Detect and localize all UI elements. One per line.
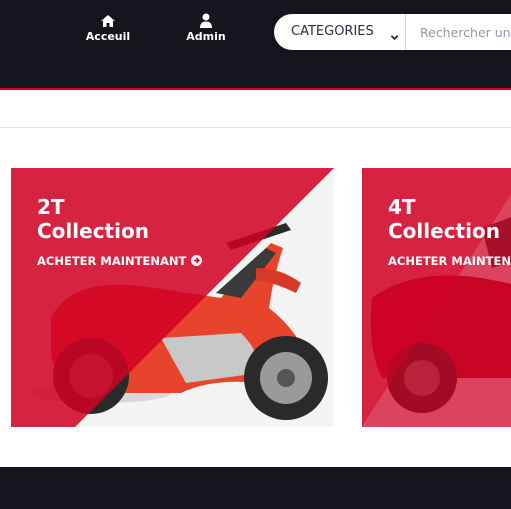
shop-now-link[interactable]: ACHETER MAINTENANT xyxy=(388,254,511,268)
collection-title-line1: 4T xyxy=(388,195,416,219)
collection-title: 4T Collection xyxy=(388,195,500,243)
shop-now-label: ACHETER MAINTENANT xyxy=(388,254,511,268)
collection-card-4t[interactable]: 4T Collection ACHETER MAINTENANT xyxy=(362,168,511,427)
collection-title-line2: Collection xyxy=(37,219,149,243)
collection-title-line2: Collection xyxy=(388,219,500,243)
nav-admin-label: Admin xyxy=(186,30,226,43)
category-select[interactable]: CATEGORIES xyxy=(274,14,406,50)
collection-card-2t[interactable]: 2T Collection ACHETER MAINTENANT xyxy=(11,168,334,427)
shop-now-label: ACHETER MAINTENANT xyxy=(37,254,187,268)
collection-title: 2T Collection xyxy=(37,195,149,243)
search-bar: CATEGORIES xyxy=(274,14,511,50)
user-icon xyxy=(166,13,246,30)
nav-admin-link[interactable]: Admin xyxy=(166,13,246,43)
top-header: Acceuil Admin CATEGORIES xyxy=(0,0,511,90)
nav-home-label: Acceuil xyxy=(85,30,131,43)
home-icon xyxy=(68,13,148,30)
nav-home-link[interactable]: Acceuil xyxy=(68,13,148,43)
shop-now-link[interactable]: ACHETER MAINTENANT xyxy=(37,254,203,268)
search-input[interactable] xyxy=(407,14,511,50)
arrow-circle-right-icon xyxy=(191,255,203,266)
chevron-down-icon xyxy=(390,27,399,46)
footer xyxy=(0,467,511,509)
navigation-strip xyxy=(0,92,511,128)
collection-title-line1: 2T xyxy=(37,195,65,219)
category-select-label: CATEGORIES xyxy=(291,24,374,39)
